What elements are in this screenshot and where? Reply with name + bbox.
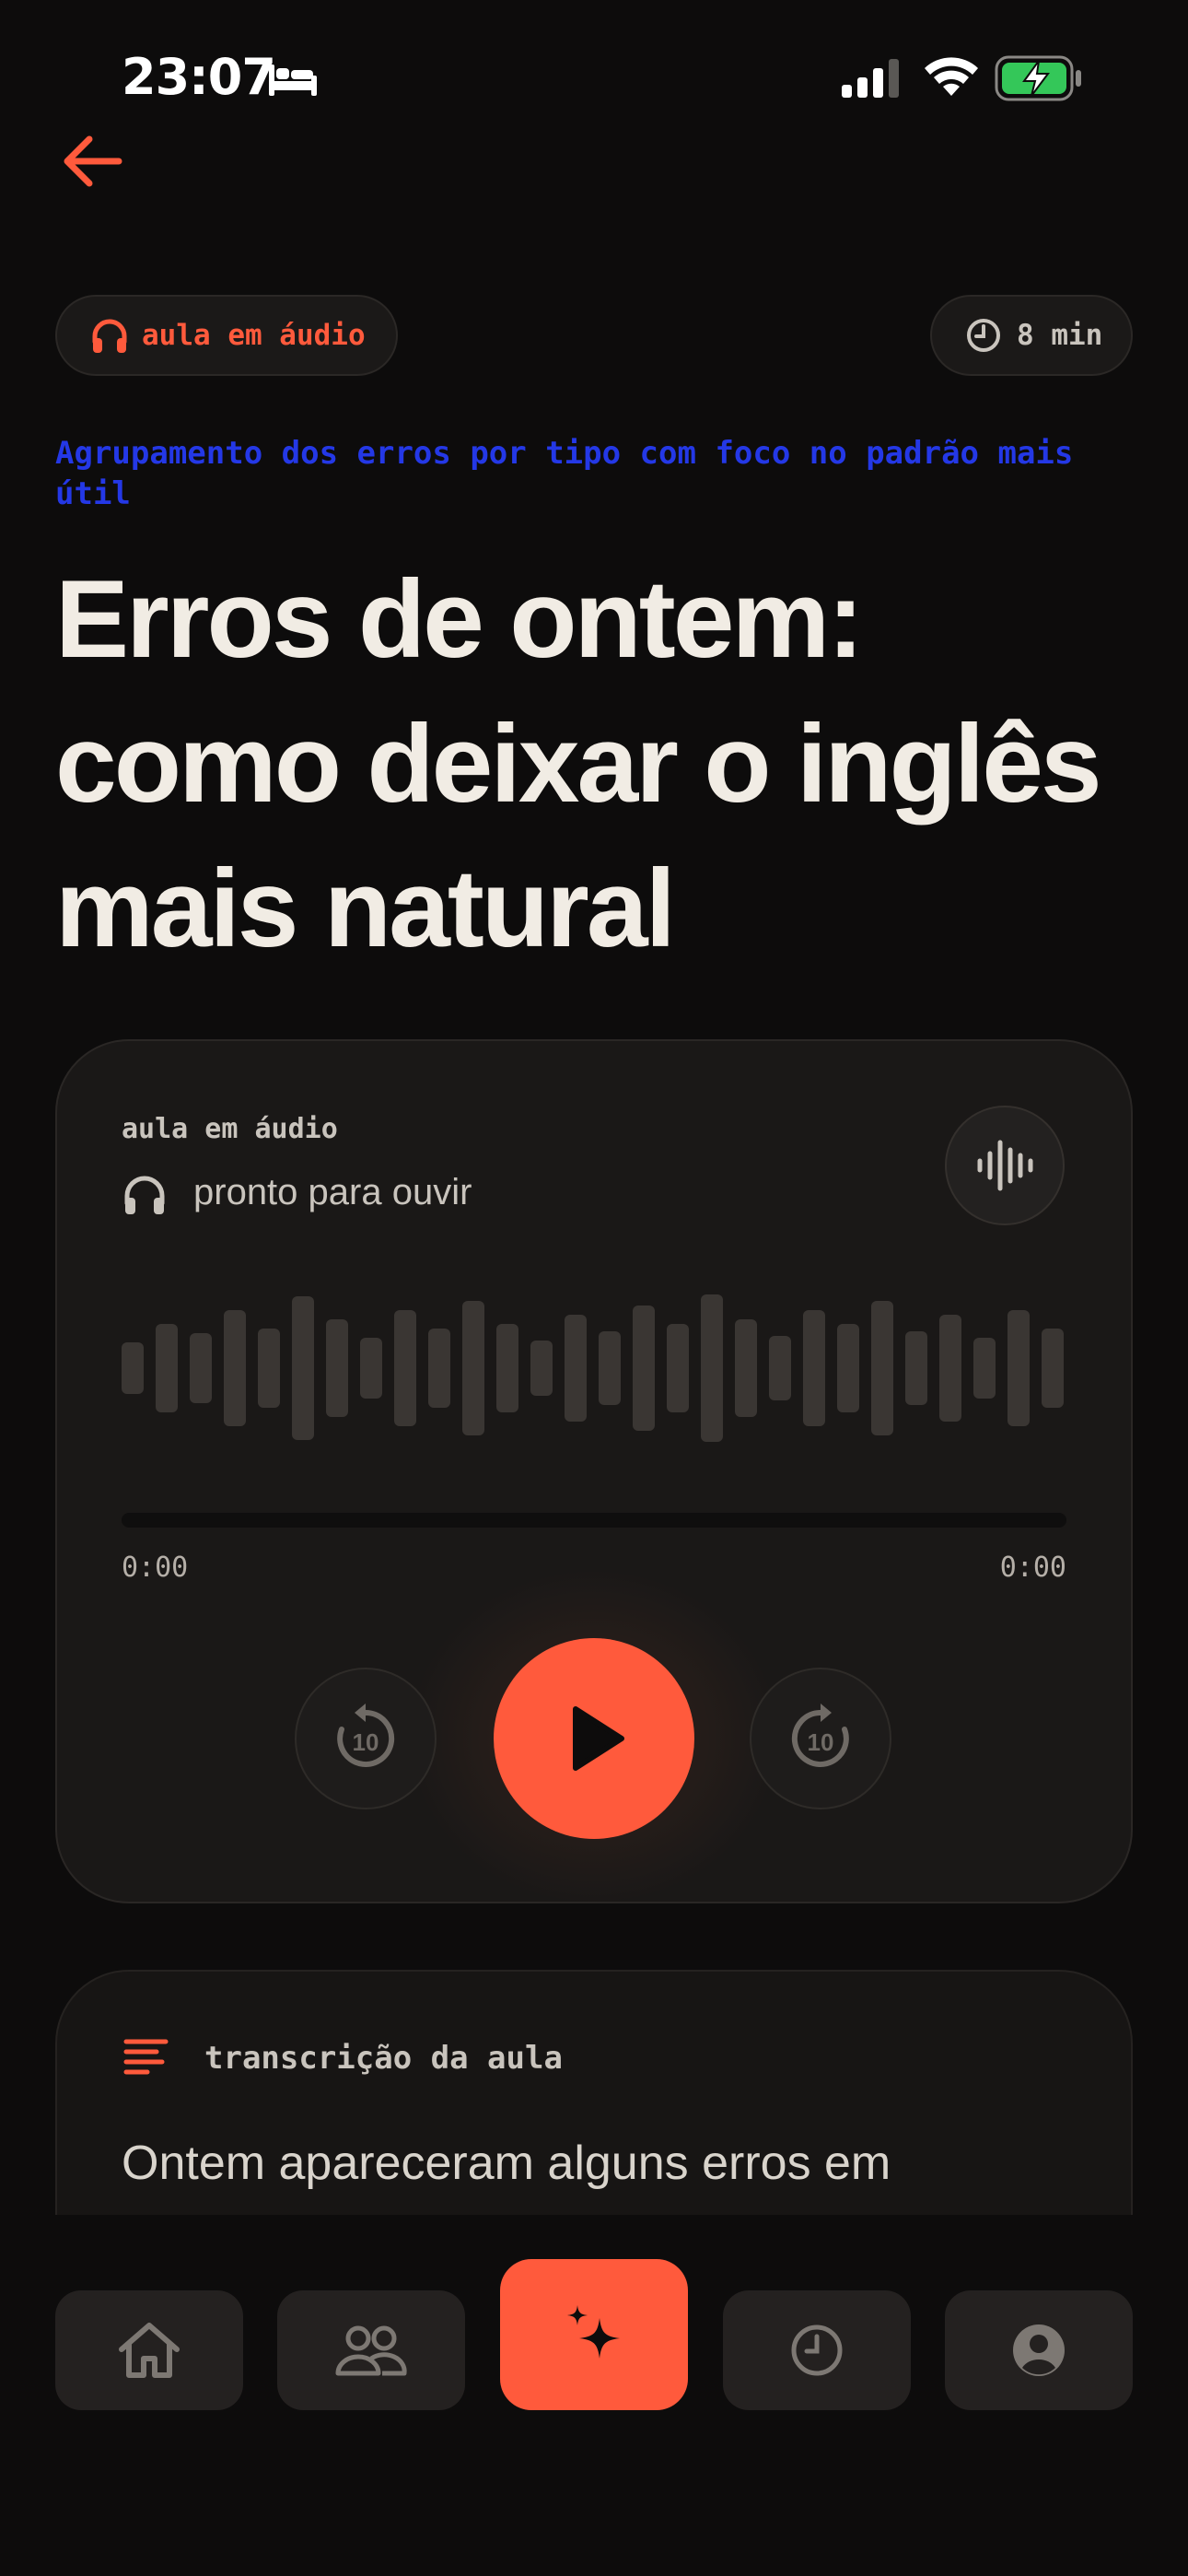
status-time: 23:07 [122, 48, 276, 106]
audio-waveform [122, 1294, 1064, 1442]
back-button[interactable] [55, 129, 129, 193]
audio-lesson-badge-label: aula em áudio [142, 319, 366, 352]
rotate-cw-10-icon: 10 [791, 1704, 849, 1767]
total-time: 0:00 [999, 1551, 1066, 1584]
duration-label: 8 min [1017, 319, 1103, 352]
transcript-text: Ontem apareceram alguns erros em [122, 2137, 891, 2190]
text-lines-icon [123, 2039, 169, 2075]
people-icon [335, 2325, 407, 2376]
player-status: pronto para ouvir [193, 1172, 472, 1212]
headphones-icon [124, 1176, 165, 1214]
audio-lesson-badge: aula em áudio [55, 295, 398, 376]
skip-forward-seconds: 10 [808, 1728, 834, 1756]
bed-icon [269, 64, 317, 96]
skip-back-button[interactable]: 10 [295, 1668, 437, 1809]
progress-bar[interactable] [122, 1513, 1066, 1528]
clock-icon [967, 319, 1000, 352]
duration-badge: 8 min [930, 295, 1133, 376]
arrow-left-icon [64, 135, 122, 187]
nav-people[interactable] [277, 2290, 465, 2410]
play-icon [573, 1706, 624, 1771]
page-title: Erros de ontem: como deixar o inglês mai… [55, 557, 1102, 970]
clock-icon [791, 2324, 843, 2376]
home-icon [119, 2323, 180, 2378]
transcript-label: transcrição da aula [204, 2040, 563, 2077]
skip-forward-button[interactable]: 10 [750, 1668, 891, 1809]
nav-ai-lesson[interactable] [500, 2259, 688, 2410]
nav-home[interactable] [55, 2290, 243, 2410]
rotate-ccw-10-icon: 10 [337, 1704, 395, 1767]
signal-icon [842, 59, 899, 98]
waveform-icon [977, 1140, 1033, 1191]
nav-history[interactable] [723, 2290, 911, 2410]
nav-profile[interactable] [945, 2290, 1133, 2410]
headphones-icon [92, 319, 127, 353]
play-button[interactable] [494, 1638, 694, 1839]
waveform-button[interactable] [945, 1106, 1065, 1225]
current-time: 0:00 [122, 1551, 189, 1584]
skip-back-seconds: 10 [353, 1728, 379, 1756]
sparkles-icon [567, 2305, 620, 2359]
user-circle-icon [1013, 2324, 1065, 2376]
wifi-icon [925, 57, 978, 96]
lesson-subtitle: Agrupamento dos erros por tipo com foco … [55, 435, 1074, 512]
player-label: aula em áudio [122, 1113, 338, 1145]
battery-icon [995, 55, 1081, 101]
